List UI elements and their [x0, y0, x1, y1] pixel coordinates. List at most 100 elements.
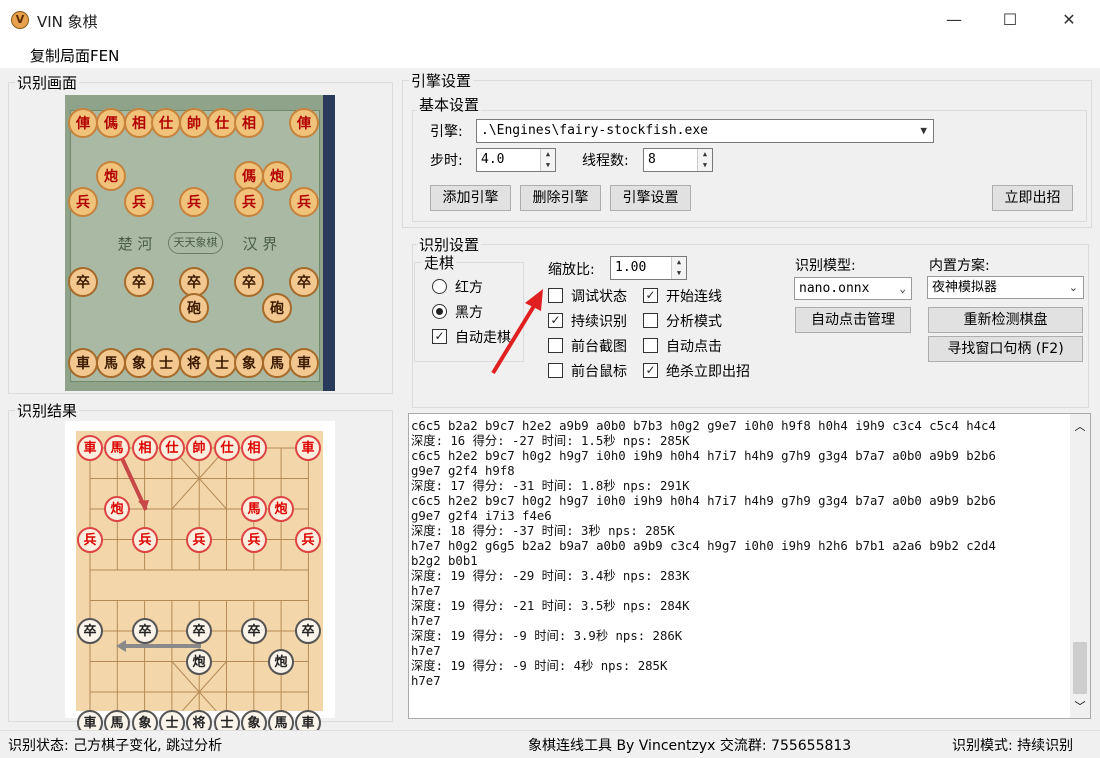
status-left: 识别状态: 己方棋子变化, 跳过分析: [8, 738, 223, 754]
step-time-input[interactable]: 4.0 ▲ ▼: [476, 148, 556, 172]
log-scrollbar[interactable]: ︿ ﹀: [1070, 414, 1090, 718]
log-line: h7e7: [411, 584, 441, 598]
auto-click-label: 自动点击: [666, 339, 722, 355]
log-line: g9e7 g2f4 h9f8: [411, 464, 515, 478]
screenshot-piece-red: 兵: [124, 187, 154, 217]
board-piece-black: 炮: [268, 649, 294, 675]
board-piece-black: 卒: [77, 618, 103, 644]
chevron-down-icon: ⌄: [1068, 281, 1078, 294]
recognition-result-label: 识别结果: [15, 400, 80, 421]
debug-label: 调试状态: [571, 289, 627, 305]
scroll-up-icon[interactable]: ︿: [1070, 418, 1090, 434]
status-bar: 识别状态: 己方棋子变化, 跳过分析 象棋连线工具 By Vincentzyx …: [0, 730, 1100, 758]
screenshot-piece-red: 俥: [289, 108, 319, 138]
model-select[interactable]: nano.onnx ⌄: [794, 277, 912, 300]
model-select-value: nano.onnx: [799, 281, 870, 296]
scale-value: 1.00: [615, 260, 647, 275]
scale-input[interactable]: 1.00 ▲ ▼: [610, 256, 687, 280]
engine-label: 引擎:: [430, 124, 463, 140]
threads-input[interactable]: 8 ▲ ▼: [643, 148, 713, 172]
screenshot-piece-red: 仕: [207, 108, 237, 138]
chevron-down-icon: ⌄: [899, 282, 906, 295]
analysis-checkbox[interactable]: [643, 313, 658, 328]
threads-down-icon[interactable]: ▼: [697, 160, 712, 171]
annotation-arrow: [491, 289, 543, 375]
board-piece-red: 兵: [186, 527, 212, 553]
close-button[interactable]: ✕: [1040, 0, 1098, 40]
log-line: g9e7 g2f4 i7i3 f4e6: [411, 509, 552, 523]
redetect-board-button[interactable]: 重新检测棋盘: [928, 307, 1083, 333]
preset-label: 内置方案:: [929, 258, 990, 274]
river-right-text: 汉 界: [242, 235, 278, 253]
screenshot-piece-black: 将: [179, 348, 209, 378]
board-piece-red: 相: [241, 435, 267, 461]
scale-down-icon[interactable]: ▼: [671, 268, 686, 279]
recognition-screenshot: 楚 河 天天象棋 汉 界 俥傌相仕帥仕相俥炮傌炮兵兵兵兵兵卒卒卒卒卒砲砲車馬象士…: [65, 95, 335, 391]
add-engine-button[interactable]: 添加引擎: [430, 185, 511, 211]
screenshot-piece-black: 士: [151, 348, 181, 378]
menu-copy-fen[interactable]: 复制局面FEN: [30, 45, 119, 66]
status-right: 识别模式: 持续识别: [952, 738, 1074, 754]
result-board-frame: 車馬相仕帥仕相車炮馬炮兵兵兵兵兵卒卒卒卒卒炮炮車馬象士将士象馬車: [65, 421, 335, 736]
board-piece-red: 馬: [104, 435, 130, 461]
engine-select-value: .\Engines\fairy-stockfish.exe: [481, 123, 708, 138]
maximize-button[interactable]: ☐: [981, 0, 1039, 40]
log-line: h7e7: [411, 614, 441, 628]
preset-select[interactable]: 夜神模拟器 ⌄: [927, 276, 1084, 299]
screenshot-piece-red: 炮: [262, 161, 292, 191]
scroll-down-icon[interactable]: ﹀: [1070, 698, 1090, 714]
screenshot-piece-red: 帥: [179, 108, 209, 138]
board-piece-red: 炮: [268, 496, 294, 522]
log-line: h7e7 h0g2 g6g5 b2a2 b9a7 a0b0 a9b9 c3c4 …: [411, 539, 996, 553]
screenshot-piece-black: 砲: [179, 293, 209, 323]
log-line: 深度: 19 得分: -21 时间: 3.5秒 nps: 284K: [411, 599, 690, 613]
screenshot-piece-black: 象: [124, 348, 154, 378]
engine-select[interactable]: .\Engines\fairy-stockfish.exe ▼: [476, 119, 934, 143]
threads-up-icon[interactable]: ▲: [697, 149, 712, 160]
move-now-button[interactable]: 立即出招: [992, 185, 1073, 211]
red-side-radio[interactable]: [432, 279, 447, 294]
river-mid-text: 天天象棋: [168, 232, 223, 254]
board-piece-red: 兵: [241, 527, 267, 553]
board-piece-red: 車: [295, 435, 321, 461]
auto-move-checkbox[interactable]: ✓: [432, 329, 447, 344]
menu-bar: [0, 40, 1100, 68]
status-center: 象棋连线工具 By Vincentzyx 交流群: 755655813: [528, 738, 852, 754]
board-piece-red: 車: [77, 435, 103, 461]
basic-settings-label: 基本设置: [417, 94, 482, 115]
move-group-label: 走棋: [422, 252, 457, 273]
log-line: 深度: 18 得分: -37 时间: 3秒 nps: 285K: [411, 524, 675, 538]
scrollbar-thumb[interactable]: [1073, 642, 1087, 694]
step-up-icon[interactable]: ▲: [540, 149, 555, 160]
river-left-text: 楚 河: [117, 235, 153, 253]
find-window-handle-button[interactable]: 寻找窗口句柄 (F2): [928, 336, 1083, 362]
engine-settings-button[interactable]: 引擎设置: [610, 185, 691, 211]
screenshot-piece-red: 炮: [96, 161, 126, 191]
scale-up-icon[interactable]: ▲: [671, 257, 686, 268]
step-down-icon[interactable]: ▼: [540, 160, 555, 171]
auto-click-checkbox[interactable]: [643, 338, 658, 353]
screenshot-piece-red: 相: [234, 108, 264, 138]
log-line: 深度: 19 得分: -29 时间: 3.4秒 nps: 283K: [411, 569, 690, 583]
log-line: h7e7: [411, 644, 441, 658]
start-link-label: 开始连线: [666, 289, 722, 305]
black-side-radio[interactable]: [432, 304, 447, 319]
engine-settings-label: 引擎设置: [409, 70, 474, 91]
screenshot-piece-black: 車: [68, 348, 98, 378]
screenshot-piece-black: 馬: [262, 348, 292, 378]
start-link-checkbox[interactable]: ✓: [643, 288, 658, 303]
delete-engine-button[interactable]: 删除引擎: [520, 185, 601, 211]
board-piece-red: 仕: [214, 435, 240, 461]
recognition-view-label: 识别画面: [15, 72, 80, 93]
auto-click-manager-button[interactable]: 自动点击管理: [795, 307, 911, 333]
minimize-button[interactable]: —: [925, 0, 983, 40]
threads-value: 8: [648, 152, 656, 167]
threads-label: 线程数:: [582, 153, 629, 169]
log-line: 深度: 17 得分: -31 时间: 1.8秒 nps: 291K: [411, 479, 690, 493]
screenshot-piece-black: 車: [289, 348, 319, 378]
log-line: h7e7: [411, 674, 441, 688]
screenshot-piece-red: 兵: [234, 187, 264, 217]
engine-log[interactable]: c6c5 b2a2 b9c7 h2e2 a9b9 a0b0 b7b3 h0g2 …: [408, 413, 1091, 719]
kill-move-checkbox[interactable]: ✓: [643, 363, 658, 378]
chevron-down-icon: ▼: [920, 124, 927, 137]
